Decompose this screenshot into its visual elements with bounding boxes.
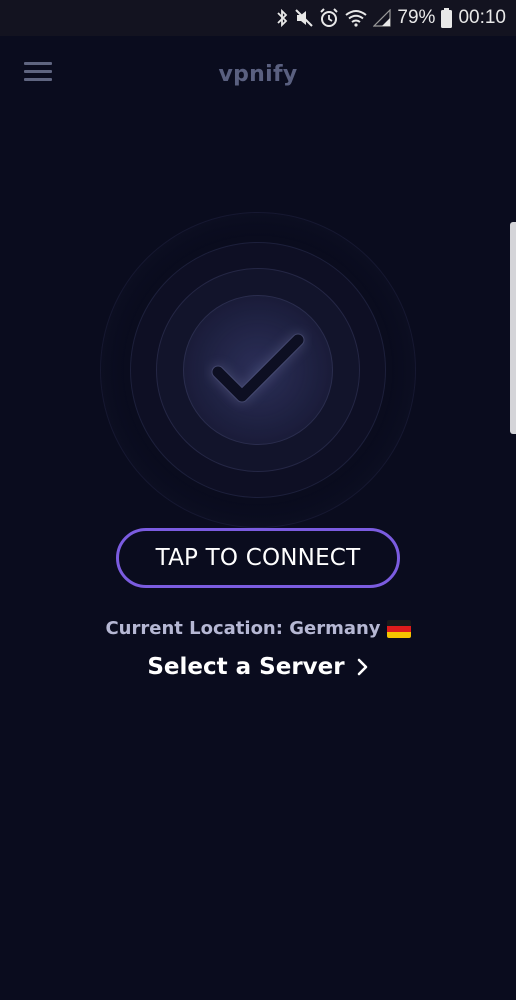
side-scroll-handle[interactable] xyxy=(510,222,516,434)
signal-icon xyxy=(373,9,392,27)
battery-icon xyxy=(441,8,453,28)
vpn-home-screen: 79% 00:10 vpnify TAP TO CONNECT Current … xyxy=(0,0,516,1000)
battery-percent: 79% xyxy=(397,7,436,28)
wifi-icon xyxy=(345,9,368,27)
tap-to-connect-button[interactable]: TAP TO CONNECT xyxy=(116,528,400,588)
checkmark-icon xyxy=(211,333,305,403)
chevron-right-icon xyxy=(357,658,367,676)
bluetooth-icon xyxy=(275,8,289,28)
current-location-label: Current Location: Germany xyxy=(105,618,381,639)
clock-time: 00:10 xyxy=(458,7,506,28)
status-bar: 79% 00:10 xyxy=(0,0,516,36)
select-server-label: Select a Server xyxy=(147,654,345,680)
select-server-link[interactable]: Select a Server xyxy=(0,654,516,680)
current-location: Current Location: Germany xyxy=(0,618,516,639)
alarm-icon xyxy=(319,8,339,28)
germany-flag-icon xyxy=(386,619,411,638)
mute-icon xyxy=(295,9,314,27)
status-icons: 79% 00:10 xyxy=(275,0,506,36)
connection-status-graphic[interactable] xyxy=(100,212,416,528)
app-title: vpnify xyxy=(218,62,298,87)
app-bar: vpnify xyxy=(0,36,516,116)
